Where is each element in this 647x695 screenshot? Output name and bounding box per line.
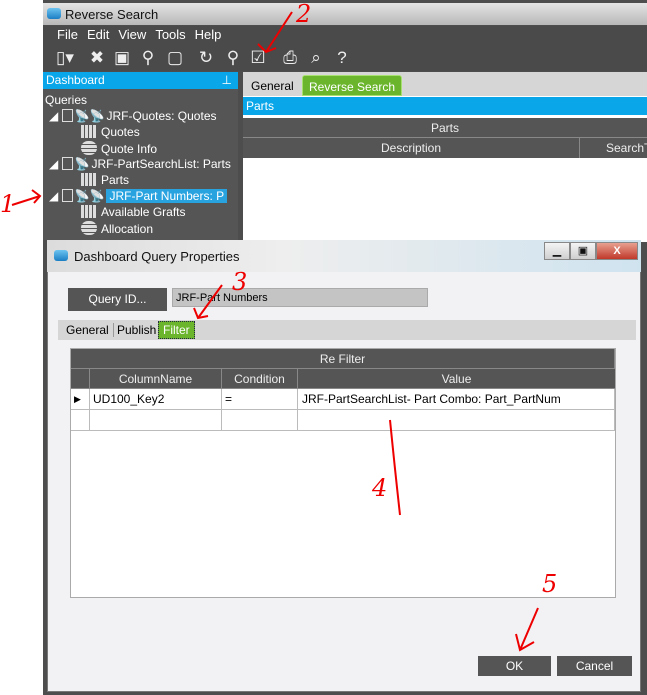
annotation-4: 4	[372, 474, 388, 502]
arrow-2	[257, 11, 293, 54]
arrow-3	[193, 284, 223, 320]
annotation-5: 5	[542, 570, 558, 598]
annotation-1: 1	[0, 190, 16, 218]
arrow-1	[11, 189, 42, 206]
arrow-4	[389, 419, 401, 516]
annotation-3: 3	[232, 268, 248, 296]
annotation-2: 2	[296, 0, 312, 28]
arrow-5	[515, 607, 539, 652]
